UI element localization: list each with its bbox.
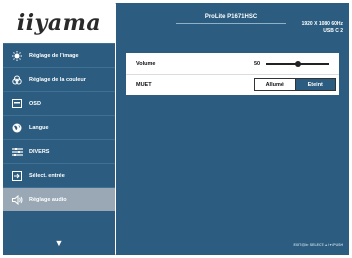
main-panel: ProLite P1671HSC 1920 X 1080 60Hz USB C …	[116, 3, 349, 255]
sidebar: iiyama Réglage de l'image Réglage de la …	[3, 3, 115, 255]
sidebar-item-input[interactable]: Sélect. entrée	[3, 163, 115, 187]
mute-option-off[interactable]: Eteint	[295, 79, 335, 90]
sidebar-item-label: Langue	[29, 124, 49, 131]
sidebar-item-picture[interactable]: Réglage de l'image	[3, 43, 115, 67]
input-source: USB C 2	[323, 28, 343, 34]
mute-label: MUET	[136, 81, 152, 88]
mute-toggle[interactable]: Allumé Eteint	[254, 78, 336, 91]
sidebar-item-language[interactable]: Langue	[3, 115, 115, 139]
sidebar-item-label: DIVERS	[29, 148, 50, 155]
resolution: 1920 X 1080 60Hz	[301, 21, 343, 27]
model-name: ProLite P1671HSC	[176, 11, 286, 24]
speaker-icon	[11, 194, 23, 205]
header: ProLite P1671HSC 1920 X 1080 60Hz USB C …	[116, 3, 349, 41]
sidebar-item-label: OSD	[29, 100, 41, 107]
volume-slider[interactable]	[266, 61, 329, 67]
volume-row: Volume 50	[126, 53, 339, 75]
color-icon	[11, 75, 23, 85]
volume-label: Volume	[136, 60, 156, 67]
brightness-icon	[11, 50, 23, 61]
input-icon	[11, 170, 23, 181]
misc-icon	[11, 147, 23, 157]
sidebar-item-osd[interactable]: OSD	[3, 91, 115, 115]
sidebar-item-color[interactable]: Réglage de la couleur	[3, 67, 115, 91]
osd-icon	[11, 99, 23, 109]
sidebar-item-audio[interactable]: Réglage audio	[3, 187, 115, 211]
sidebar-item-label: Réglage de l'image	[29, 52, 79, 59]
down-arrow-icon[interactable]: ▼	[3, 231, 115, 255]
sidebar-item-label: Réglage de la couleur	[29, 76, 86, 83]
sidebar-item-label: Sélect. entrée	[29, 172, 65, 179]
mute-row: MUET Allumé Eteint	[126, 74, 339, 95]
signal-info: 1920 X 1080 60Hz USB C 2	[302, 21, 343, 35]
audio-settings-panel: Volume 50 MUET Allumé Eteint	[126, 53, 339, 95]
volume-slider-handle[interactable]	[294, 61, 301, 67]
mute-option-on[interactable]: Allumé	[255, 79, 296, 90]
iiyama-logo: iiyama	[3, 3, 115, 43]
globe-icon	[11, 123, 23, 133]
key-hint: EXIT:⊡/⊳ SELECT:▲/▼/PUSH	[293, 243, 343, 247]
sidebar-item-label: Réglage audio	[29, 196, 67, 203]
sidebar-item-misc[interactable]: DIVERS	[3, 139, 115, 163]
volume-value: 50	[254, 60, 261, 67]
